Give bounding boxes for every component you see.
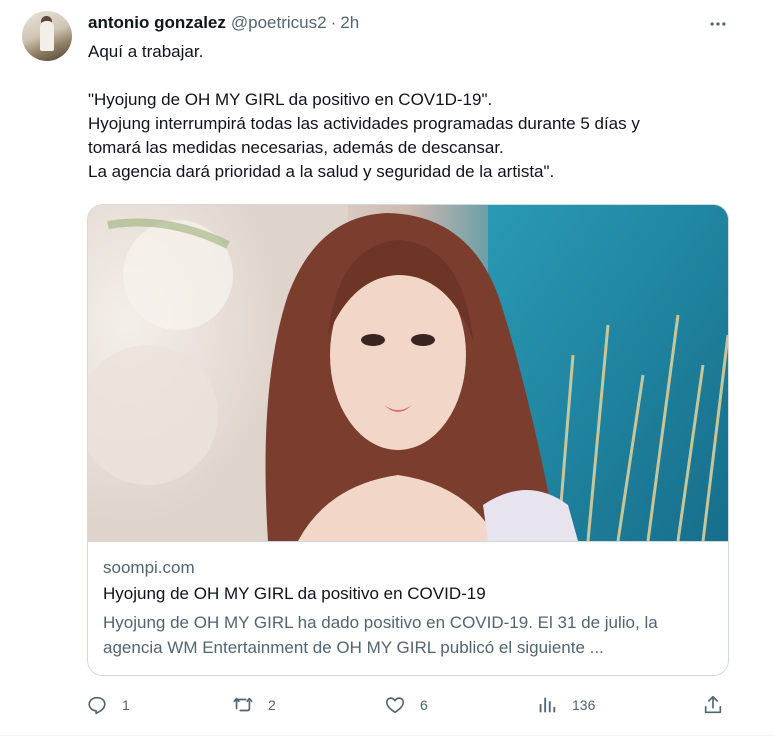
avatar[interactable] — [22, 11, 72, 61]
card-domain: soompi.com — [103, 558, 195, 577]
like-button[interactable]: 6 — [384, 690, 428, 720]
tweet-text-blank-line — [88, 64, 738, 88]
reply-icon — [88, 696, 106, 715]
tweet-actions: 1 2 6 136 — [86, 690, 736, 720]
views-button[interactable]: 136 — [536, 690, 595, 720]
card-title: Hyojung de OH MY GIRL da positivo en COV… — [103, 584, 486, 603]
author-name[interactable]: antonio gonzalez — [88, 13, 226, 33]
tweet-text-line: Aquí a trabajar. — [88, 42, 204, 61]
views-icon — [539, 697, 556, 713]
tweet-text-line: "Hyojung de OH MY GIRL da positivo en CO… — [88, 90, 493, 109]
reply-button[interactable]: 1 — [86, 690, 130, 720]
reply-count: 1 — [122, 697, 130, 713]
avatar-figure-shape — [40, 21, 54, 51]
heart-icon — [385, 697, 405, 714]
separator-dot: · — [330, 13, 337, 32]
more-options-button[interactable] — [704, 12, 732, 36]
retweet-icon — [233, 697, 253, 712]
link-preview-card[interactable]: soompi.com Hyojung de OH MY GIRL da posi… — [87, 204, 729, 676]
card-description: Hyojung de OH MY GIRL ha dado positivo e… — [103, 613, 658, 657]
author-handle[interactable]: @poetricus2 — [231, 13, 327, 33]
retweet-button[interactable]: 2 — [232, 690, 276, 720]
like-count: 6 — [420, 697, 428, 713]
tweet[interactable]: antonio gonzalez @poetricus2 · 2h Aquí a… — [0, 0, 774, 736]
tweet-text: Aquí a trabajar. "Hyojung de OH MY GIRL … — [88, 40, 738, 184]
share-button[interactable] — [702, 690, 724, 720]
photo-woman-portrait-icon — [88, 205, 728, 541]
share-icon — [704, 695, 722, 714]
more-horizontal-icon — [710, 22, 726, 26]
tweet-text-line: La agencia dará prioridad a la salud y s… — [88, 162, 555, 181]
tweet-time[interactable]: 2h — [340, 13, 359, 33]
views-count: 136 — [572, 697, 596, 713]
card-meta[interactable]: soompi.com Hyojung de OH MY GIRL da posi… — [88, 541, 728, 675]
tweet-header: antonio gonzalez @poetricus2 · 2h — [88, 13, 359, 35]
card-image[interactable] — [88, 205, 728, 541]
retweet-count: 2 — [268, 697, 276, 713]
tweet-text-line: Hyojung interrumpirá todas las actividad… — [88, 114, 640, 133]
tweet-text-line: tomará las medidas necesarias, además de… — [88, 138, 504, 157]
